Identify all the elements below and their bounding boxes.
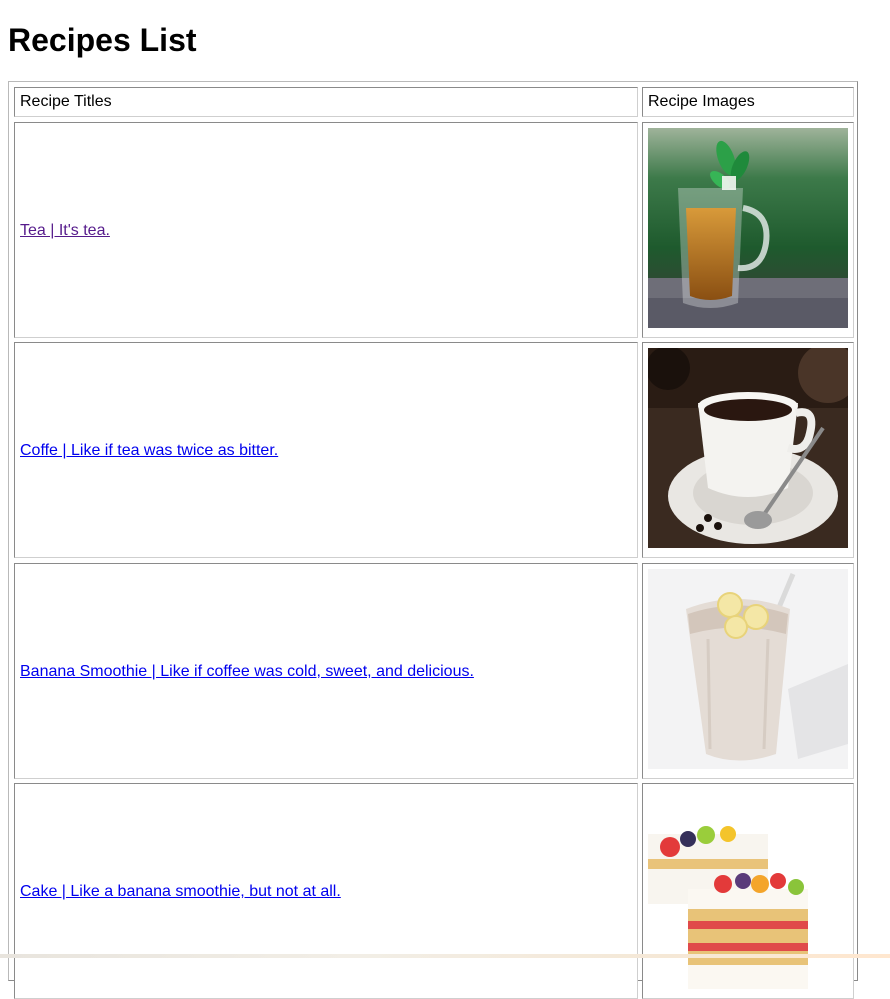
- browser-bottom-edge: [0, 954, 890, 958]
- recipe-link-tea[interactable]: Tea | It's tea.: [20, 222, 110, 240]
- banana-smoothie-image[interactable]: [648, 569, 848, 769]
- table-row-image-cell: [642, 122, 854, 338]
- page-title: Recipes List: [8, 22, 197, 58]
- tea-image[interactable]: [648, 128, 848, 328]
- recipe-link-banana-smoothie[interactable]: Banana Smoothie | Like if coffee was col…: [20, 663, 474, 681]
- recipes-table: Recipe Titles Recipe Images Tea | It's t…: [8, 81, 858, 999]
- coffee-image[interactable]: [648, 348, 848, 548]
- table-row-image-cell: [642, 783, 854, 999]
- table-row-image-cell: [642, 342, 854, 558]
- cake-image[interactable]: [648, 789, 848, 989]
- header-recipe-images: Recipe Images: [642, 87, 854, 117]
- recipe-link-cake[interactable]: Cake | Like a banana smoothie, but not a…: [20, 883, 341, 901]
- recipe-link-coffee[interactable]: Coffe | Like if tea was twice as bitter.: [20, 442, 278, 460]
- table-row-title-cell: Banana Smoothie | Like if coffee was col…: [14, 563, 638, 779]
- table-row-image-cell: [642, 563, 854, 779]
- table-row-title-cell: Tea | It's tea.: [14, 122, 638, 338]
- header-recipe-titles: Recipe Titles: [14, 87, 638, 117]
- table-row-title-cell: Cake | Like a banana smoothie, but not a…: [14, 783, 638, 999]
- table-row-title-cell: Coffe | Like if tea was twice as bitter.: [14, 342, 638, 558]
